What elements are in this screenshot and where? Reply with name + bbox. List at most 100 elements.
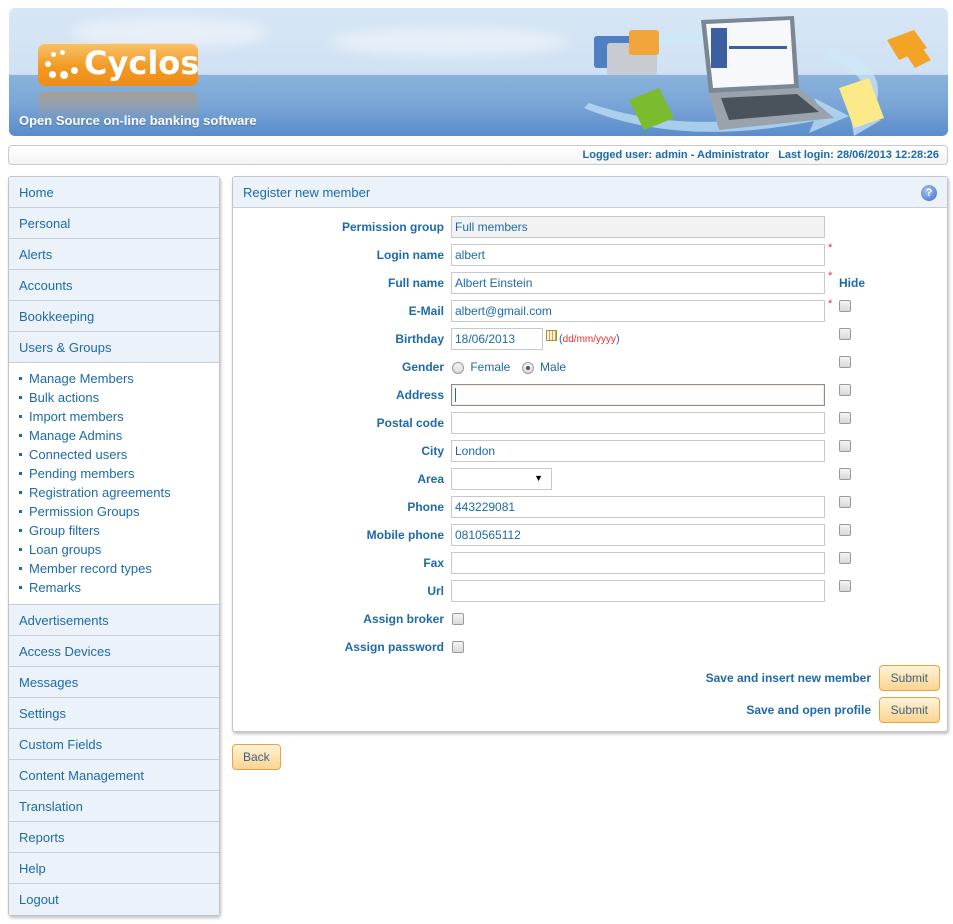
back-button-wrap: Back	[232, 744, 281, 770]
dropdown-arrow-icon: ▼	[534, 473, 543, 483]
submenu-item-bulk-actions[interactable]: Bulk actions	[9, 388, 219, 407]
sidebar-menu: Home Personal Alerts Accounts Bookkeepin…	[8, 176, 220, 916]
logo-dots-icon	[45, 50, 81, 82]
full-name-label: Full name	[387, 276, 444, 290]
login-name-input[interactable]	[451, 244, 825, 266]
hide-phone-checkbox[interactable]	[839, 496, 851, 508]
gender-radio-group: Female Male	[452, 356, 566, 378]
hide-mobile-phone-checkbox[interactable]	[839, 524, 851, 536]
sidebar-item-reports[interactable]: Reports	[9, 822, 219, 853]
date-format: dd/mm/yyyy	[562, 334, 617, 345]
area-select[interactable]: ▼	[451, 468, 552, 490]
mobile-phone-input[interactable]	[451, 524, 825, 546]
sidebar-item-bookkeeping[interactable]: Bookkeeping	[9, 301, 219, 332]
back-button[interactable]: Back	[232, 744, 281, 770]
panel-title: Register new member	[243, 185, 371, 200]
submenu-item-connected-users[interactable]: Connected users	[9, 445, 219, 464]
address-label: Address	[395, 388, 444, 402]
birthday-input[interactable]	[451, 328, 543, 350]
email-input[interactable]	[451, 300, 825, 322]
postal-code-input[interactable]	[451, 412, 825, 434]
sidebar-item-advertisements[interactable]: Advertisements	[9, 605, 219, 636]
row-mobile-phone: Mobile phone	[233, 524, 947, 546]
sidebar-item-settings[interactable]: Settings	[9, 698, 219, 729]
sidebar-item-alerts[interactable]: Alerts	[9, 239, 219, 270]
birthday-label: Birthday	[395, 332, 444, 346]
hide-column-header: Hide	[839, 276, 866, 290]
full-name-input[interactable]	[451, 272, 825, 294]
submenu-item-pending-members[interactable]: Pending members	[9, 464, 219, 483]
sidebar-item-access-devices[interactable]: Access Devices	[9, 636, 219, 667]
submenu-item-manage-members[interactable]: Manage Members	[9, 369, 219, 388]
last-login-text: Last login: 28/06/2013 12:28:26	[778, 149, 939, 161]
fax-input[interactable]	[451, 552, 825, 574]
sidebar-item-translation[interactable]: Translation	[9, 791, 219, 822]
city-input[interactable]	[451, 440, 825, 462]
gender-male-label[interactable]: Male	[540, 360, 566, 374]
login-name-label: Login name	[376, 248, 444, 262]
submenu-label: Connected users	[29, 447, 128, 462]
sidebar-item-messages[interactable]: Messages	[9, 667, 219, 698]
sidebar-item-logout[interactable]: Logout	[9, 884, 219, 915]
hide-email-checkbox[interactable]	[839, 300, 851, 312]
register-member-panel: Register new member ? Permission group L…	[232, 176, 948, 732]
hide-postal-code-checkbox[interactable]	[839, 412, 851, 424]
sidebar-item-custom-fields[interactable]: Custom Fields	[9, 729, 219, 760]
submenu-item-registration-agreements[interactable]: Registration agreements	[9, 483, 219, 502]
save-open-profile-submit-button[interactable]: Submit	[878, 697, 940, 723]
phone-input[interactable]	[451, 496, 825, 518]
date-format-hint: (dd/mm/yyyy)	[559, 328, 620, 351]
row-city: City	[233, 440, 947, 462]
assign-password-checkbox[interactable]	[452, 641, 464, 653]
row-permission-group: Permission group	[233, 216, 947, 238]
bullet-icon	[19, 491, 22, 495]
sidebar-item-accounts[interactable]: Accounts	[9, 270, 219, 301]
submenu-label: Member record types	[29, 561, 152, 576]
help-icon[interactable]: ?	[921, 185, 937, 201]
hide-url-checkbox[interactable]	[839, 580, 851, 592]
bullet-icon	[19, 586, 22, 590]
save-insert-submit-button[interactable]: Submit	[878, 665, 940, 691]
mobile-phone-label: Mobile phone	[366, 528, 444, 542]
submenu-item-manage-admins[interactable]: Manage Admins	[9, 426, 219, 445]
gender-female-radio[interactable]	[452, 361, 464, 374]
sidebar-item-help[interactable]: Help	[9, 853, 219, 884]
submenu-item-member-record-types[interactable]: Member record types	[9, 559, 219, 578]
bullet-icon	[19, 567, 22, 571]
submenu-label: Pending members	[29, 466, 135, 481]
permission-group-label: Permission group	[341, 220, 444, 234]
hide-area-checkbox[interactable]	[839, 468, 851, 480]
hide-gender-checkbox[interactable]	[839, 356, 851, 368]
assign-broker-checkbox[interactable]	[452, 613, 464, 625]
action-save-insert-new: Save and insert new member Submit	[706, 665, 940, 691]
calendar-icon[interactable]	[546, 330, 557, 341]
row-email: E-Mail *	[233, 298, 947, 322]
url-input[interactable]	[451, 580, 825, 602]
submenu-item-permission-groups[interactable]: Permission Groups	[9, 502, 219, 521]
hide-birthday-checkbox[interactable]	[839, 328, 851, 340]
phone-label: Phone	[407, 500, 444, 514]
bullet-icon	[19, 472, 22, 476]
gender-female-label[interactable]: Female	[470, 360, 510, 374]
submenu-item-loan-groups[interactable]: Loan groups	[9, 540, 219, 559]
postal-code-label: Postal code	[376, 416, 444, 430]
sidebar-item-content-management[interactable]: Content Management	[9, 760, 219, 791]
sidebar-item-personal[interactable]: Personal	[9, 208, 219, 239]
submenu-item-import-members[interactable]: Import members	[9, 407, 219, 426]
cloud-decoration	[329, 28, 569, 56]
bullet-icon	[19, 377, 22, 381]
hide-fax-checkbox[interactable]	[839, 552, 851, 564]
row-postal-code: Postal code	[233, 412, 947, 434]
submenu-item-group-filters[interactable]: Group filters	[9, 521, 219, 540]
submenu-label: Remarks	[29, 580, 82, 595]
required-marker: *	[828, 242, 833, 254]
sidebar-item-home[interactable]: Home	[9, 177, 219, 208]
submenu-item-remarks[interactable]: Remarks	[9, 578, 219, 597]
row-assign-broker: Assign broker	[233, 608, 947, 630]
address-input[interactable]	[451, 384, 825, 406]
gender-male-radio[interactable]	[521, 361, 534, 374]
row-phone: Phone	[233, 496, 947, 518]
sidebar-item-users-groups[interactable]: Users & Groups	[9, 332, 219, 363]
hide-city-checkbox[interactable]	[839, 440, 851, 452]
hide-address-checkbox[interactable]	[839, 384, 851, 396]
